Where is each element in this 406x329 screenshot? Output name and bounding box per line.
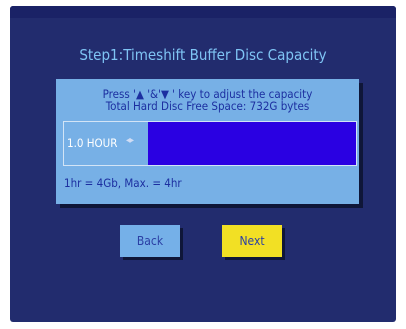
left-right-arrows-icon: ◂▸ — [126, 135, 134, 146]
next-button[interactable]: Next — [222, 225, 282, 257]
back-button[interactable]: Back — [120, 225, 180, 257]
tv-screen: Step1:Timeshift Buffer Disc Capacity Pre… — [10, 6, 396, 322]
free-space-text: Total Hard Disc Free Space: 732G bytes — [105, 99, 310, 113]
capacity-value-area: 1.0 HOUR ◂▸ — [64, 122, 148, 165]
capacity-slider[interactable]: 1.0 HOUR ◂▸ — [63, 121, 357, 166]
top-banner — [10, 6, 396, 18]
capacity-info-text: 1hr = 4Gb, Max. = 4hr — [64, 176, 182, 190]
page-title: Step1:Timeshift Buffer Disc Capacity — [79, 46, 327, 64]
capacity-dialog: Press '▲ '&'▼ ' key to adjust the capaci… — [56, 79, 359, 204]
capacity-value: 1.0 HOUR — [67, 136, 118, 150]
